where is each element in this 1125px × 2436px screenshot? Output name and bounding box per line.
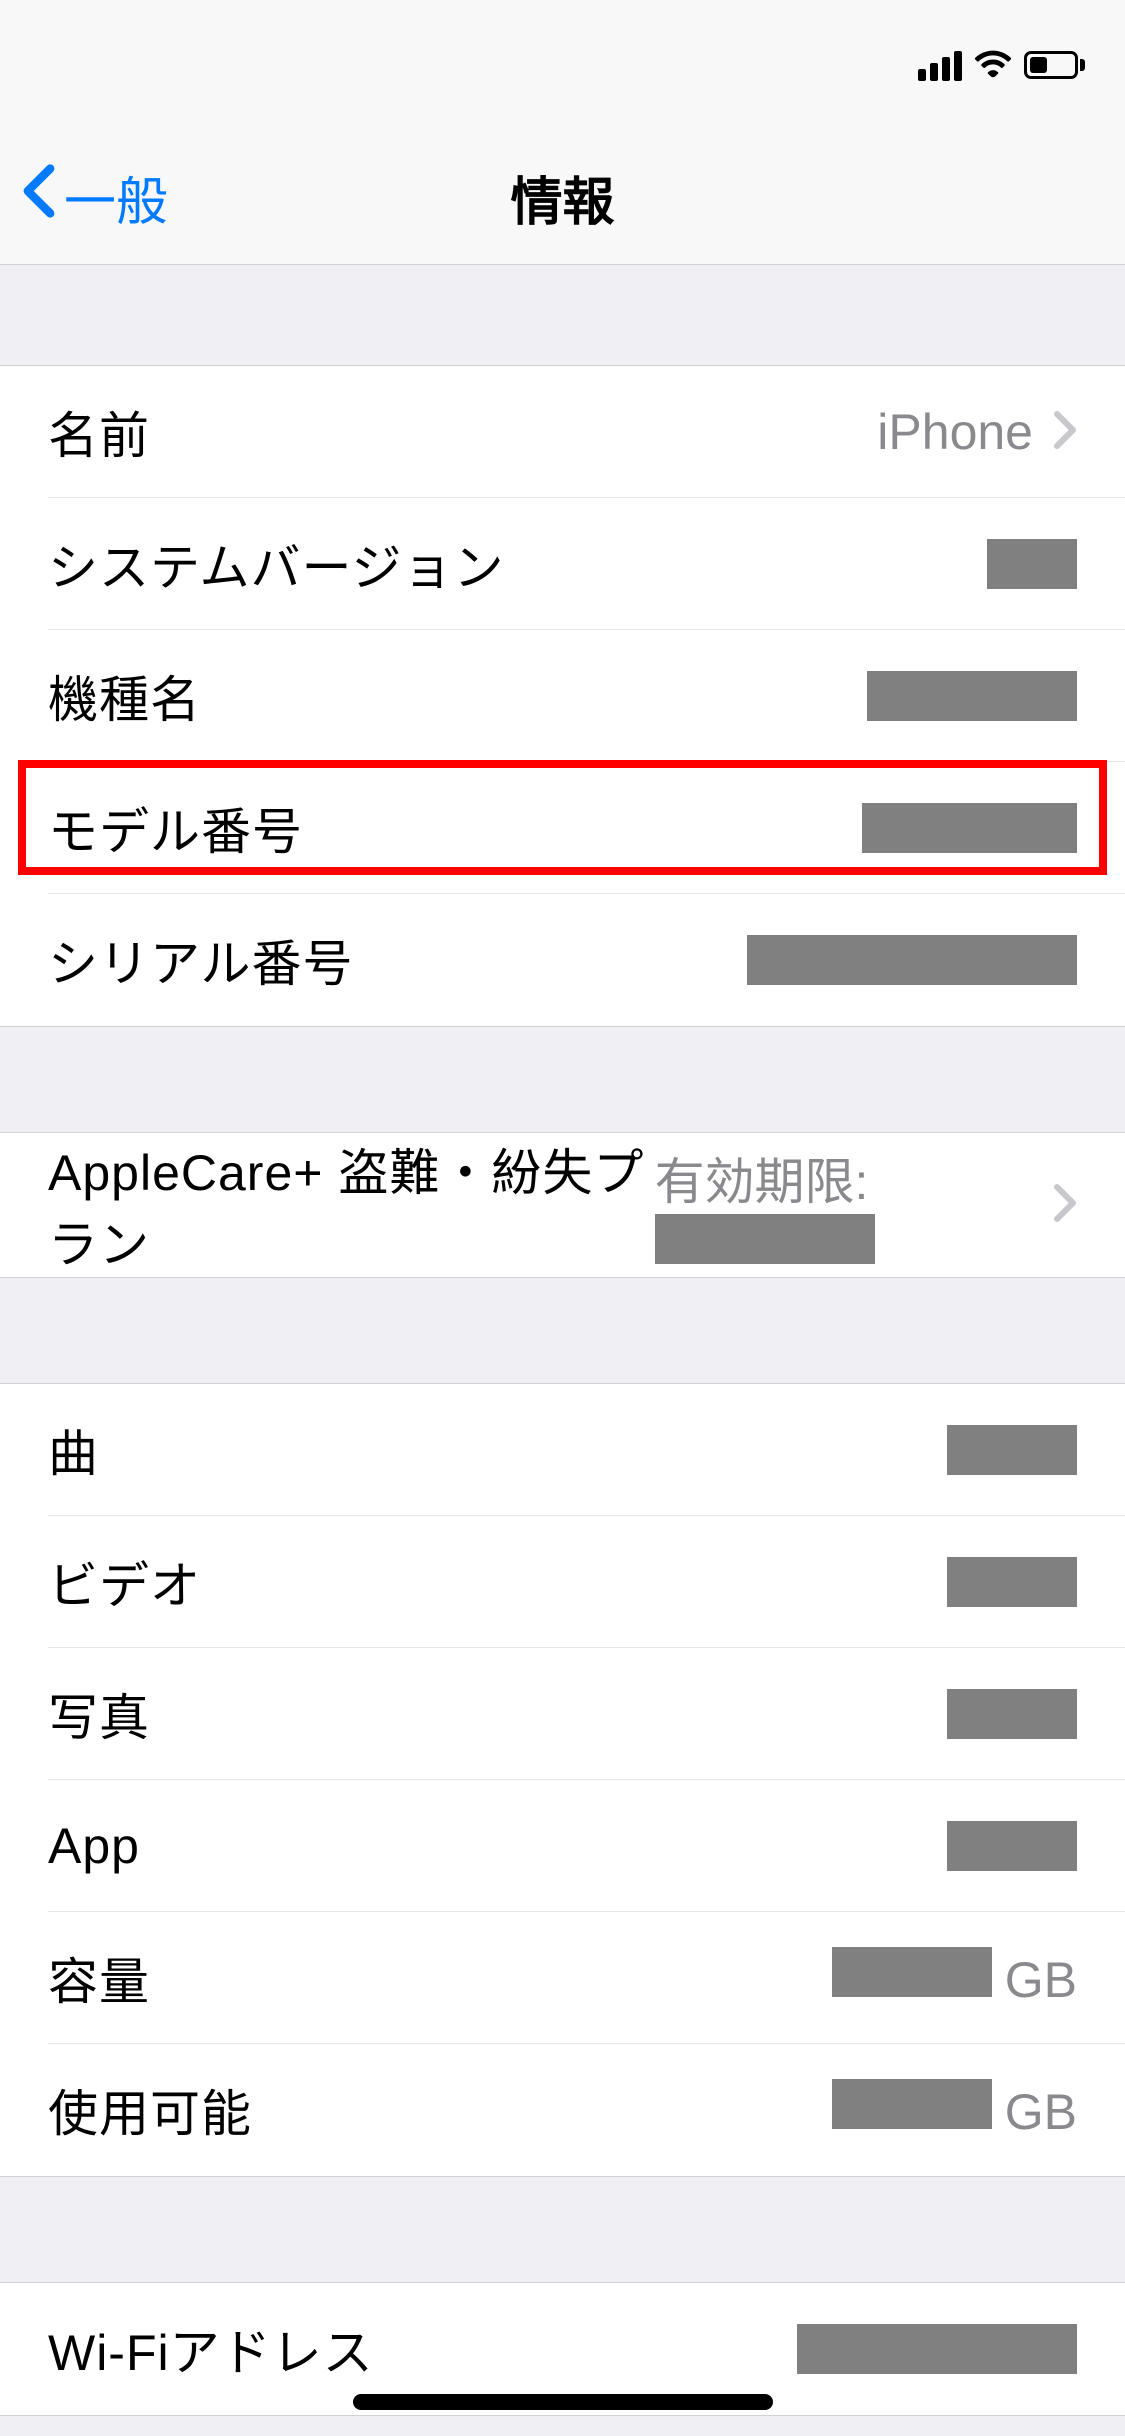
- row-songs: 曲: [0, 1384, 1125, 1516]
- row-label: システムバージョン: [48, 528, 505, 600]
- section-gap: [0, 1027, 1125, 1132]
- redacted-value: [655, 1214, 875, 1264]
- chevron-right-icon: [1053, 410, 1077, 455]
- page-title: 情報: [510, 160, 614, 235]
- row-system-version: システムバージョン: [0, 498, 1125, 630]
- about-section-storage: 曲 ビデオ 写真 App 容量 GB 使用可能 GB: [0, 1383, 1125, 2177]
- row-value: iPhone: [877, 403, 1033, 461]
- row-label: シリアル番号: [48, 924, 354, 996]
- about-section-applecare: AppleCare+ 盗難・紛失プラン 有効期限:: [0, 1132, 1125, 1278]
- row-label: App: [48, 1817, 140, 1875]
- redacted-value: [747, 935, 1077, 985]
- row-photos: 写真: [0, 1648, 1125, 1780]
- redacted-value: [987, 539, 1077, 589]
- row-label: 写真: [48, 1678, 150, 1750]
- navigation-bar: 一般 情報: [0, 130, 1125, 265]
- unit-suffix: GB: [1005, 2084, 1077, 2140]
- row-label: ビデオ: [48, 1546, 201, 1618]
- redacted-value: [832, 1947, 992, 1997]
- row-label: Wi-Fiアドレス: [48, 2313, 374, 2385]
- row-applecare[interactable]: AppleCare+ 盗難・紛失プラン 有効期限:: [0, 1133, 1125, 1277]
- row-capacity: 容量 GB: [0, 1912, 1125, 2044]
- row-apps: App: [0, 1780, 1125, 1912]
- about-section-1: 名前 iPhone システムバージョン 機種名 モデル番号 シリアル番号: [0, 365, 1125, 1027]
- redacted-value: [947, 1557, 1077, 1607]
- back-button[interactable]: 一般: [20, 160, 168, 235]
- chevron-left-icon: [20, 163, 58, 232]
- redacted-value: [867, 671, 1077, 721]
- battery-icon: [1024, 51, 1085, 79]
- row-label: 曲: [48, 1414, 99, 1486]
- row-label: 使用可能: [48, 2074, 252, 2146]
- redacted-value: [947, 1689, 1077, 1739]
- unit-suffix: GB: [1005, 1952, 1077, 2008]
- row-serial-number: シリアル番号: [0, 894, 1125, 1026]
- row-label: 機種名: [48, 660, 201, 732]
- redacted-value: [832, 2079, 992, 2129]
- row-label: 容量: [48, 1942, 150, 2014]
- back-label: 一般: [64, 160, 168, 235]
- cellular-signal-icon: [918, 49, 962, 81]
- chevron-right-icon: [1053, 1183, 1077, 1228]
- home-indicator[interactable]: [353, 2394, 773, 2410]
- redacted-value: [947, 1821, 1077, 1871]
- row-model-name: 機種名: [0, 630, 1125, 762]
- redacted-value: [947, 1425, 1077, 1475]
- section-gap: [0, 2177, 1125, 2282]
- status-bar: [0, 0, 1125, 130]
- section-gap: [0, 265, 1125, 365]
- row-model-number[interactable]: モデル番号: [0, 762, 1125, 894]
- redacted-value: [797, 2324, 1077, 2374]
- row-label: AppleCare+ 盗難・紛失プラン: [48, 1133, 655, 1277]
- wifi-icon: [974, 48, 1012, 83]
- row-name[interactable]: 名前 iPhone: [0, 366, 1125, 498]
- redacted-value: [862, 803, 1077, 853]
- applecare-expiry-prefix: 有効期限:: [655, 1154, 869, 1210]
- section-gap: [0, 1278, 1125, 1383]
- row-label: モデル番号: [48, 792, 303, 864]
- row-available: 使用可能 GB: [0, 2044, 1125, 2176]
- row-label: 名前: [48, 396, 150, 468]
- row-videos: ビデオ: [0, 1516, 1125, 1648]
